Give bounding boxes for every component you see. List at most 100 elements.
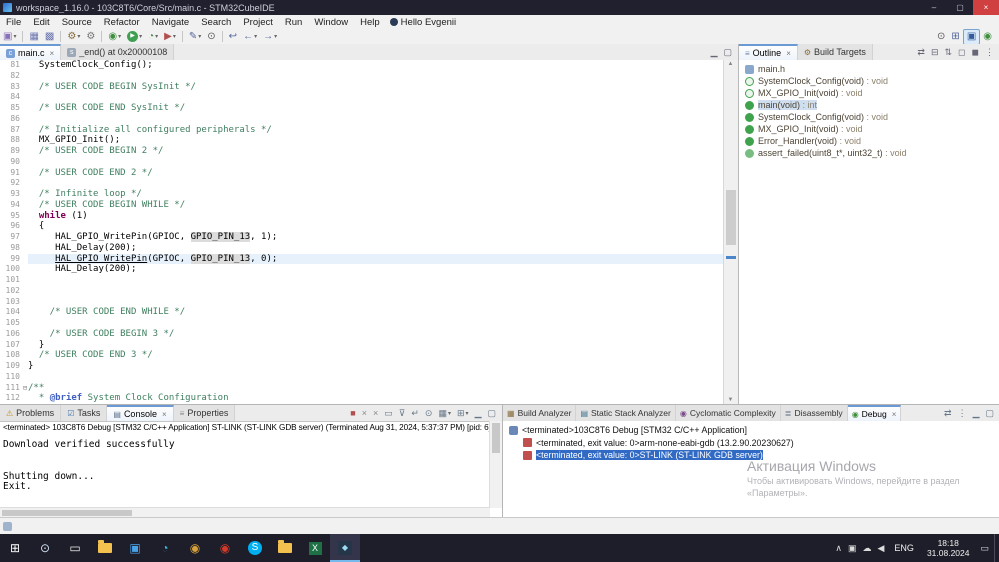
tray-volume-icon[interactable]: ◀ — [875, 541, 888, 555]
debug-tree-item[interactable]: <terminated, exit value: 0>arm-none-eabi… — [503, 437, 999, 450]
close-tab-icon[interactable]: × — [786, 49, 791, 58]
code-line[interactable]: 87 /* Initialize all configured peripher… — [0, 124, 724, 136]
minimize-view-icon[interactable]: ▁ — [472, 406, 485, 420]
minimize-view-icon[interactable]: ▁ — [708, 45, 721, 59]
back-icon[interactable]: ← ▾ — [240, 30, 260, 44]
forward-icon[interactable]: → ▾ — [260, 30, 280, 44]
tray-cloud-icon[interactable]: ☁ — [860, 541, 875, 555]
code-line[interactable]: 112 * @brief System Clock Configuration — [0, 393, 724, 404]
scrollbar-thumb[interactable] — [492, 423, 500, 453]
code-line[interactable]: 105 — [0, 318, 724, 329]
file-explorer-button[interactable] — [90, 534, 120, 562]
debug-icon[interactable]: ◉ ▾ — [105, 30, 124, 44]
link-debug-icon[interactable]: ⇄ — [941, 406, 955, 420]
terminate-icon[interactable]: ■ — [347, 406, 358, 420]
pin-console-icon[interactable]: ⊙ — [422, 406, 436, 420]
skype-button[interactable]: S — [240, 534, 270, 562]
search-icon[interactable]: ⊙ — [204, 30, 218, 44]
build-all-icon[interactable]: ⚙ — [83, 30, 98, 44]
hide-static-icon[interactable]: ◼ — [969, 45, 982, 59]
code-line[interactable]: 91 /* USER CODE END 2 */ — [0, 167, 724, 179]
sort-icon[interactable]: ⇅ — [941, 45, 955, 59]
view-tab-cyclomatic-complexity[interactable]: ◉ Cyclomatic Complexity — [675, 405, 781, 421]
user-menu[interactable]: Hello Evgenii — [389, 17, 456, 28]
debug-tree-item[interactable]: <terminated, exit value: 0>ST-LINK (ST-L… — [503, 449, 999, 462]
scroll-down-arrow-icon[interactable]: ▼ — [724, 397, 737, 403]
view-tab-static-stack-analyzer[interactable]: ▤ Static Stack Analyzer — [576, 405, 676, 421]
menu-window[interactable]: Window — [308, 17, 354, 28]
maximize-button[interactable]: ▢ — [947, 0, 973, 15]
menu-file[interactable]: File — [0, 17, 27, 28]
word-wrap-icon[interactable]: ↵ — [408, 406, 422, 420]
menu-help[interactable]: Help — [354, 17, 386, 28]
editor-vertical-scrollbar[interactable]: ▲ ▼ — [723, 60, 738, 404]
open-console-icon[interactable]: ⊞ ▾ — [454, 406, 472, 420]
yandex-browser-button[interactable]: ◉ — [210, 534, 240, 562]
run-icon[interactable]: ▶ ▾ — [124, 30, 145, 44]
debug-tree-item[interactable]: <terminated>103C8T6 Debug [STM32 C/C++ A… — [503, 424, 999, 437]
console-content[interactable]: <terminated> 103C8T6 Debug [STM32 C/C++ … — [0, 421, 502, 518]
remove-launch-icon[interactable]: × — [359, 406, 370, 420]
external-tools-icon[interactable]: ▶ ▾ — [161, 30, 179, 44]
quick-access-search-icon[interactable]: ⊙ — [934, 30, 948, 44]
save-all-icon[interactable]: ▩ — [42, 30, 57, 44]
maximize-view-icon[interactable]: ▢ — [484, 406, 499, 420]
scrollbar-thumb[interactable] — [2, 510, 132, 516]
outline-item[interactable]: assert_failed(uint8_t*, uint32_t) : void — [739, 147, 999, 159]
clear-console-icon[interactable]: ▭ — [381, 406, 396, 420]
show-desktop-button[interactable] — [994, 534, 999, 562]
code-line[interactable]: 93 /* Infinite loop */ — [0, 189, 724, 200]
profile-icon[interactable]: ◔ ▾ — [145, 30, 161, 44]
code-line[interactable]: 95 while (1) — [0, 210, 724, 222]
close-tab-icon[interactable]: × — [162, 410, 167, 419]
code-line[interactable]: 96 { — [0, 221, 724, 232]
outline-item[interactable]: SystemClock_Config(void) : void — [739, 75, 999, 87]
menu-search[interactable]: Search — [195, 17, 237, 28]
code-line[interactable]: 82 — [0, 70, 724, 82]
code-line[interactable]: 101 — [0, 275, 724, 286]
scroll-lock-icon[interactable]: ⊽ — [396, 406, 409, 420]
start-button[interactable]: ⊞ — [0, 534, 30, 562]
new-wizard-icon[interactable]: ▣ ▾ — [0, 30, 19, 44]
view-tab-build-targets[interactable]: ⚙ Build Targets — [797, 44, 873, 60]
outline-item[interactable]: main.h — [739, 63, 999, 75]
code-line[interactable]: 103 — [0, 296, 724, 308]
action-center-icon[interactable]: ▭ — [977, 541, 992, 555]
hide-fields-icon[interactable]: ◻ — [955, 45, 968, 59]
code-line[interactable]: 102 — [0, 285, 724, 297]
scroll-up-arrow-icon[interactable]: ▲ — [724, 61, 737, 67]
code-line[interactable]: 90 — [0, 156, 724, 168]
code-line[interactable]: 88 MX_GPIO_Init(); — [0, 135, 724, 146]
chrome-button[interactable]: ◉ — [180, 534, 210, 562]
menu-edit[interactable]: Edit — [27, 17, 55, 28]
taskbar-clock[interactable]: 18:18 31.08.2024 — [921, 538, 976, 558]
maximize-view-icon[interactable]: ▢ — [982, 406, 997, 420]
code-line[interactable]: 89 /* USER CODE BEGIN 2 */ — [0, 146, 724, 157]
new-c-file-icon[interactable]: ✎ ▾ — [186, 30, 204, 44]
language-indicator[interactable]: ENG — [889, 543, 919, 553]
console-vertical-scrollbar[interactable] — [489, 421, 502, 508]
link-editor-icon[interactable]: ⇄ — [914, 45, 928, 59]
tray-stlink-icon[interactable]: ▣ — [845, 541, 860, 555]
scrollbar-thumb[interactable] — [726, 190, 736, 245]
code-line[interactable]: 92 — [0, 178, 724, 189]
code-line[interactable]: 110 — [0, 371, 724, 383]
code-line[interactable]: 104 /* USER CODE END WHILE */ — [0, 307, 724, 318]
downloads-folder-button[interactable] — [270, 534, 300, 562]
code-line[interactable]: 111 ⊟/** — [0, 382, 724, 394]
menu-project[interactable]: Project — [237, 17, 279, 28]
menu-refactor[interactable]: Refactor — [98, 17, 146, 28]
view-tab-debug[interactable]: ◉ Debug × — [847, 405, 902, 421]
hidden-icons-chevron[interactable]: ∧ — [832, 541, 845, 555]
build-icon[interactable]: ⚙ ▾ — [64, 30, 83, 44]
code-line[interactable]: 97 HAL_GPIO_WritePin(GPIOC, GPIO_PIN_13,… — [0, 232, 724, 243]
code-line[interactable]: 84 — [0, 92, 724, 103]
code-line[interactable]: 83 /* USER CODE BEGIN SysInit */ — [0, 81, 724, 93]
menu-source[interactable]: Source — [56, 17, 98, 28]
maximize-view-icon[interactable]: ▢ — [720, 45, 735, 59]
excel-button[interactable]: X — [300, 534, 330, 562]
menu-navigate[interactable]: Navigate — [146, 17, 196, 28]
code-line[interactable]: 106 /* USER CODE BEGIN 3 */ — [0, 328, 724, 340]
open-perspective-icon[interactable]: ⊞ — [948, 30, 962, 44]
view-tab-outline[interactable]: ≡ Outline × — [739, 44, 798, 60]
